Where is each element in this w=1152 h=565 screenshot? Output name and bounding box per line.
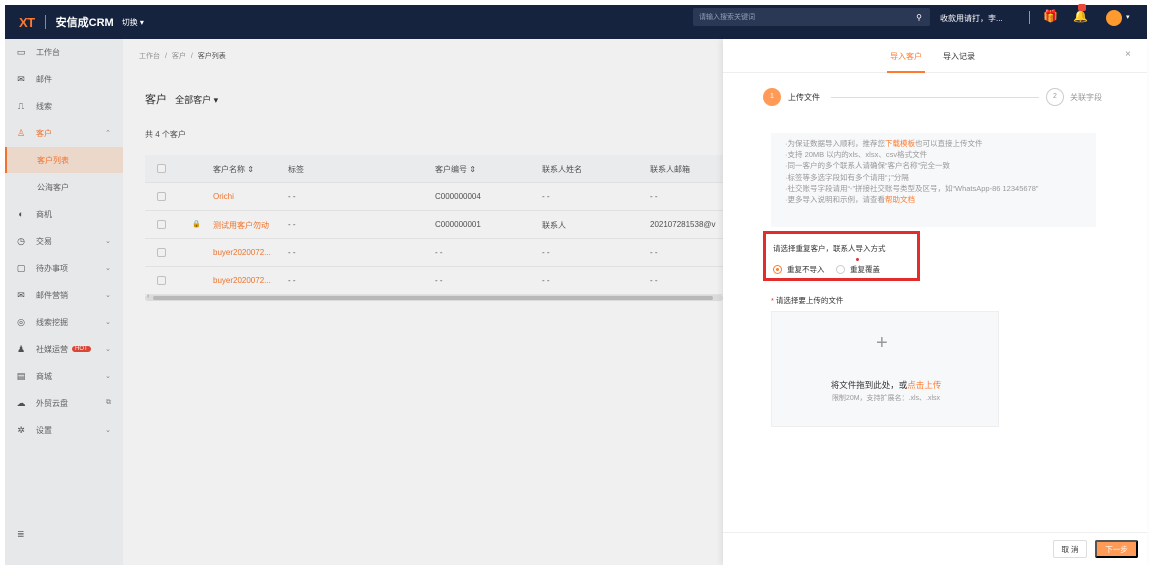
radio-unselected-icon (836, 265, 845, 274)
overlay-mask[interactable] (5, 39, 723, 565)
step-indicator: 1 上传文件 2 关联字段 (763, 88, 1123, 106)
file-upload-dropzone[interactable]: + 将文件拖到此处，或点击上传 限制20M，支持扩展名：.xls、.xlsx (771, 311, 999, 427)
duplicate-handling-highlight: 请选择重复客户，联系人导入方式 重复不导入 重复覆盖 (763, 231, 920, 281)
drawer-tabs: 导入客户 导入记录 × (723, 39, 1147, 73)
click-upload-link[interactable]: 点击上传 (907, 380, 941, 390)
app-name: 安信成CRM (55, 17, 114, 29)
avatar[interactable] (1106, 10, 1122, 26)
red-dot-marker (856, 258, 859, 261)
search-placeholder: 请输入搜索关键词 (699, 14, 755, 21)
import-tips: ·为保证数据导入顺利，推荐您下载模板也可以直接上传文件 ·支持 20MB 以内的… (771, 133, 1096, 227)
radio-label: 重复覆盖 (850, 265, 880, 274)
radio-selected-icon (773, 265, 782, 274)
divider (1029, 11, 1030, 24)
upload-text: 将文件拖到此处，或 (830, 380, 908, 390)
plus-icon: + (876, 332, 888, 354)
file-upload-label: * 请选择要上传的文件 (771, 295, 843, 306)
tip-line: ·同一客户的多个联系人请确保“客户名称”完全一致 (785, 161, 950, 171)
step-1-circle: 1 (763, 88, 781, 106)
tip-text: ·为保证数据导入顺利，推荐您 (785, 139, 885, 148)
step-connector (831, 97, 1039, 98)
notification-badge (1078, 4, 1086, 11)
tip-text: ·更多导入说明和示例，请查看 (785, 195, 885, 205)
switch-dropdown[interactable]: 切换 ▾ (122, 17, 144, 28)
step-2-circle: 2 (1046, 88, 1064, 106)
radio-label: 重复不导入 (787, 265, 825, 274)
close-icon[interactable]: × (1125, 49, 1131, 60)
step-1-label: 上传文件 (788, 93, 820, 102)
tip-line: ·为保证数据导入顺利，推荐您下载模板也可以直接上传文件 (785, 138, 1082, 149)
divider (44, 15, 46, 29)
notice-text[interactable]: 收款用请打，孛... (940, 13, 1003, 24)
duplicate-handling-title: 请选择重复客户，联系人导入方式 (773, 244, 886, 253)
help-doc-link[interactable]: 帮助文档 (885, 195, 915, 204)
file-upload-label-text: 请选择要上传的文件 (775, 296, 844, 305)
radio-overwrite-duplicates[interactable]: 重复覆盖 (836, 264, 880, 275)
gift-icon[interactable]: 🎁 (1043, 9, 1058, 23)
tip-line: ·标签等多选字段如有多个请用“；”分隔 (785, 172, 909, 182)
cancel-button[interactable]: 取 消 (1053, 540, 1087, 558)
bell-icon[interactable]: 🔔 (1073, 4, 1088, 23)
chevron-down-icon[interactable]: ▾ (1126, 13, 1130, 21)
global-search-input[interactable]: 请输入搜索关键词 ⚲ (693, 8, 930, 26)
tab-import-records[interactable]: 导入记录 (943, 51, 975, 62)
tab-import-customers[interactable]: 导入客户 (887, 51, 925, 73)
tip-line: ·支持 20MB 以内的xls、xlsx、csv格式文件 (785, 150, 928, 160)
tip-line: ·社交账号字段请用“-”拼接社交账号类型及区号，如“WhatsApp-86 12… (785, 183, 1039, 193)
step-2-label: 关联字段 (1070, 93, 1102, 102)
tip-line: ·更多导入说明和示例，请查看帮助文档 (785, 194, 1082, 205)
download-template-link[interactable]: 下载模板 (885, 139, 915, 148)
upload-limits: 限制20M，支持扩展名：.xls、.xlsx (831, 395, 941, 402)
next-step-button[interactable]: 下一步 (1095, 540, 1138, 558)
xt-logo[interactable]: XT (19, 15, 35, 30)
drawer-footer: 取 消 下一步 (723, 532, 1147, 565)
radio-skip-duplicates[interactable]: 重复不导入 (773, 264, 825, 275)
logo-text: XT (19, 14, 35, 30)
upload-instructions: 将文件拖到此处，或点击上传 (772, 379, 1000, 391)
required-marker: * (771, 296, 774, 305)
import-drawer: 导入客户 导入记录 × 1 上传文件 2 关联字段 ·为保证数据导入顺利，推荐您… (723, 39, 1147, 565)
search-icon[interactable]: ⚲ (916, 13, 922, 22)
tip-text: 也可以直接上传文件 (915, 139, 983, 148)
